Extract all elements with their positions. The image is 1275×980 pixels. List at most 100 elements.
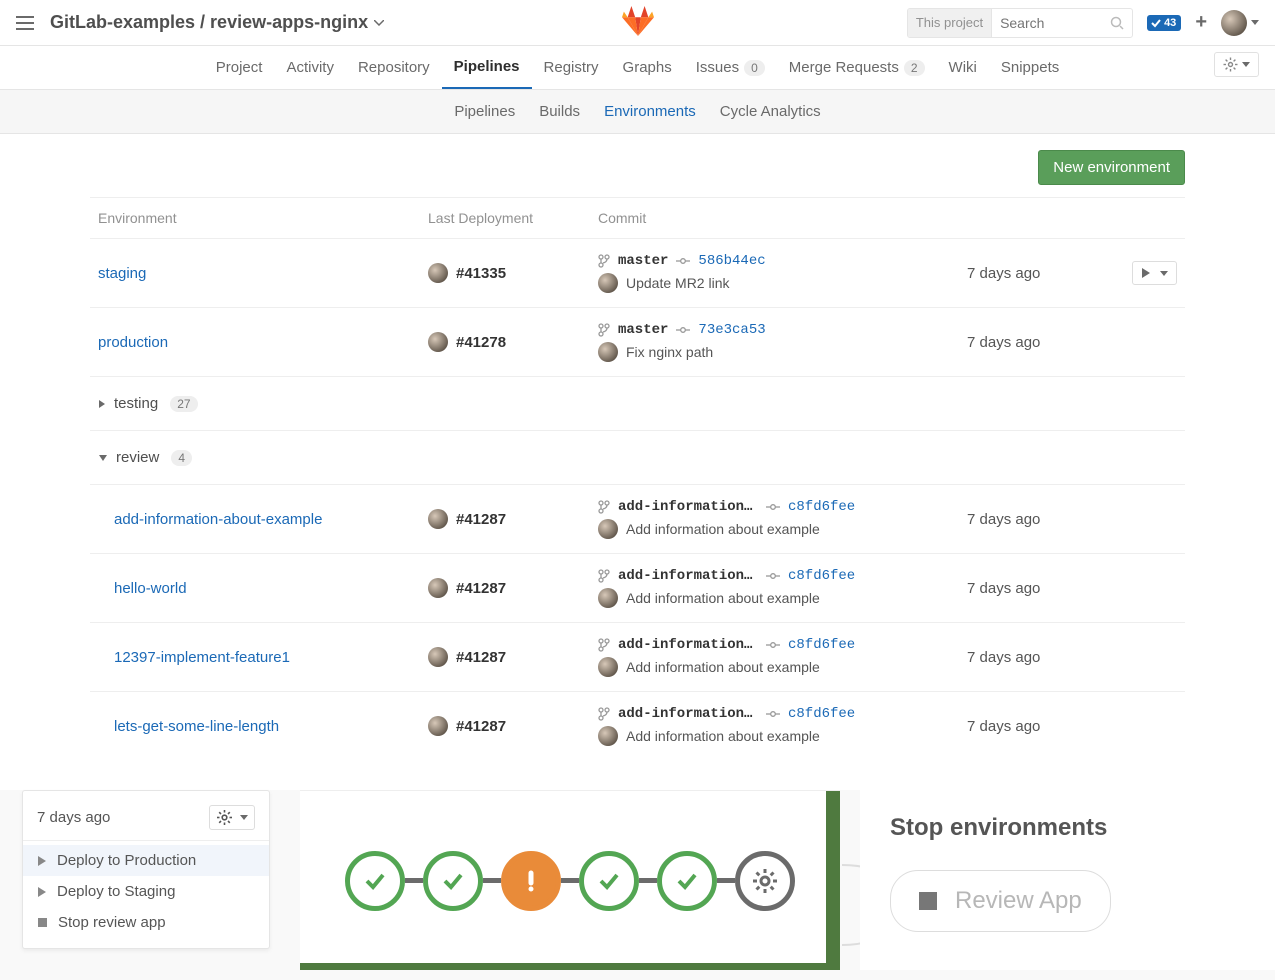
avatar-icon bbox=[1221, 10, 1247, 36]
tab-wiki[interactable]: Wiki bbox=[937, 46, 989, 89]
menu-item-stop-review[interactable]: Stop review app bbox=[23, 907, 269, 938]
table-row: hello-world #41287 add-information-a… c8f… bbox=[90, 553, 1185, 622]
dropdown-time: 7 days ago bbox=[37, 809, 110, 826]
branch-name[interactable]: add-information-a… bbox=[618, 706, 758, 722]
search-icon[interactable] bbox=[1102, 16, 1132, 30]
menu-item-deploy-staging[interactable]: Deploy to Staging bbox=[23, 876, 269, 907]
environments-table: Environment Last Deployment Commit stagi… bbox=[90, 197, 1185, 760]
avatar-icon bbox=[598, 519, 618, 539]
branch-name[interactable]: add-information-a… bbox=[618, 637, 758, 653]
status-success-icon bbox=[423, 851, 483, 911]
subtab-environments[interactable]: Environments bbox=[592, 103, 708, 120]
breadcrumb[interactable]: GitLab-examples / review-apps-nginx bbox=[50, 12, 384, 33]
environment-link[interactable]: lets-get-some-line-length bbox=[114, 718, 279, 735]
caret-down-icon bbox=[1242, 62, 1250, 67]
project-settings-dropdown[interactable] bbox=[1214, 52, 1259, 77]
commit-sha[interactable]: c8fd6fee bbox=[788, 637, 855, 653]
tab-merge-requests[interactable]: Merge Requests2 bbox=[777, 46, 937, 89]
status-success-icon bbox=[345, 851, 405, 911]
table-header: Environment Last Deployment Commit bbox=[90, 198, 1185, 238]
folder-review[interactable]: review 4 bbox=[90, 430, 1185, 484]
branch-name[interactable]: add-information-a… bbox=[618, 499, 758, 515]
avatar-icon bbox=[428, 332, 448, 352]
deploy-actions-button[interactable] bbox=[1132, 261, 1177, 285]
user-menu[interactable] bbox=[1221, 10, 1259, 36]
caret-right-icon bbox=[98, 399, 106, 409]
caret-down-icon bbox=[240, 815, 248, 820]
branch-name[interactable]: add-information-a… bbox=[618, 568, 758, 584]
deployment-id[interactable]: #41287 bbox=[456, 511, 506, 528]
avatar-icon bbox=[428, 647, 448, 667]
deployment-id[interactable]: #41287 bbox=[456, 649, 506, 666]
todos-badge[interactable]: 43 bbox=[1147, 15, 1181, 31]
deployment-id[interactable]: #41287 bbox=[456, 580, 506, 597]
tab-registry[interactable]: Registry bbox=[532, 46, 611, 89]
branch-icon bbox=[598, 323, 610, 337]
commit-icon bbox=[676, 256, 690, 266]
actions-dropdown: 7 days ago Deploy to Production Deploy t… bbox=[22, 790, 270, 949]
commit-sha[interactable]: c8fd6fee bbox=[788, 499, 855, 515]
tab-repository[interactable]: Repository bbox=[346, 46, 442, 89]
avatar-icon bbox=[428, 716, 448, 736]
content: New environment Environment Last Deploym… bbox=[0, 134, 1275, 790]
environment-link[interactable]: staging bbox=[98, 265, 146, 282]
environment-link[interactable]: production bbox=[98, 334, 168, 351]
primary-nav: Project Activity Repository Pipelines Re… bbox=[0, 46, 1275, 90]
table-row: 12397-implement-feature1 #41287 add-info… bbox=[90, 622, 1185, 691]
search-input[interactable] bbox=[992, 15, 1102, 31]
search-scope[interactable]: This project bbox=[908, 9, 992, 37]
status-success-icon bbox=[657, 851, 717, 911]
commit-sha[interactable]: 586b44ec bbox=[698, 253, 765, 269]
deployment-time: 7 days ago bbox=[967, 580, 1117, 597]
review-app-pill[interactable]: Review App bbox=[890, 870, 1111, 932]
subtab-cycle-analytics[interactable]: Cycle Analytics bbox=[708, 103, 833, 120]
commit-message: Fix nginx path bbox=[626, 344, 713, 360]
tab-activity[interactable]: Activity bbox=[274, 46, 346, 89]
branch-name[interactable]: master bbox=[618, 322, 668, 338]
commit-sha[interactable]: c8fd6fee bbox=[788, 568, 855, 584]
commit-sha[interactable]: 73e3ca53 bbox=[698, 322, 765, 338]
tab-project[interactable]: Project bbox=[204, 46, 275, 89]
new-environment-button[interactable]: New environment bbox=[1038, 150, 1185, 185]
branch-icon bbox=[598, 500, 610, 514]
folder-count: 27 bbox=[170, 396, 197, 412]
status-success-icon bbox=[579, 851, 639, 911]
branch-name[interactable]: master bbox=[618, 253, 668, 269]
tab-snippets[interactable]: Snippets bbox=[989, 46, 1071, 89]
subtab-builds[interactable]: Builds bbox=[527, 103, 592, 120]
avatar-icon bbox=[598, 273, 618, 293]
play-icon bbox=[37, 886, 47, 898]
commit-message: Add information about example bbox=[626, 728, 820, 744]
tab-issues[interactable]: Issues0 bbox=[684, 46, 777, 89]
folder-testing[interactable]: testing 27 bbox=[90, 376, 1185, 430]
deployment-id[interactable]: #41278 bbox=[456, 334, 506, 351]
avatar-icon bbox=[428, 578, 448, 598]
gitlab-logo-icon[interactable] bbox=[621, 5, 655, 37]
issues-count: 0 bbox=[744, 60, 765, 76]
col-commit: Commit bbox=[598, 210, 967, 226]
status-manual-icon bbox=[735, 851, 795, 911]
deployment-id[interactable]: #41335 bbox=[456, 265, 506, 282]
environment-link[interactable]: hello-world bbox=[114, 580, 187, 597]
caret-down-icon bbox=[98, 454, 108, 462]
tab-pipelines[interactable]: Pipelines bbox=[442, 46, 532, 89]
deployment-id[interactable]: #41287 bbox=[456, 718, 506, 735]
environment-link[interactable]: 12397-implement-feature1 bbox=[114, 649, 290, 666]
branch-icon bbox=[598, 707, 610, 721]
commit-sha[interactable]: c8fd6fee bbox=[788, 706, 855, 722]
bottom-overlays: 7 days ago Deploy to Production Deploy t… bbox=[0, 790, 1275, 980]
environment-link[interactable]: add-information-about-example bbox=[114, 511, 322, 528]
folder-label: review bbox=[116, 449, 159, 466]
menu-item-deploy-production[interactable]: Deploy to Production bbox=[23, 845, 269, 876]
dropdown-gear-button[interactable] bbox=[209, 805, 255, 830]
plus-icon[interactable]: + bbox=[1195, 11, 1207, 34]
table-row: staging #41335 master586b44ec Update MR2… bbox=[90, 238, 1185, 307]
subtab-pipelines[interactable]: Pipelines bbox=[442, 103, 527, 120]
hamburger-menu-icon[interactable] bbox=[16, 16, 34, 30]
play-icon bbox=[37, 855, 47, 867]
commit-message: Add information about example bbox=[626, 590, 820, 606]
chevron-down-icon bbox=[374, 20, 384, 26]
sub-nav: Pipelines Builds Environments Cycle Anal… bbox=[0, 90, 1275, 134]
folder-count: 4 bbox=[171, 450, 192, 466]
tab-graphs[interactable]: Graphs bbox=[611, 46, 684, 89]
